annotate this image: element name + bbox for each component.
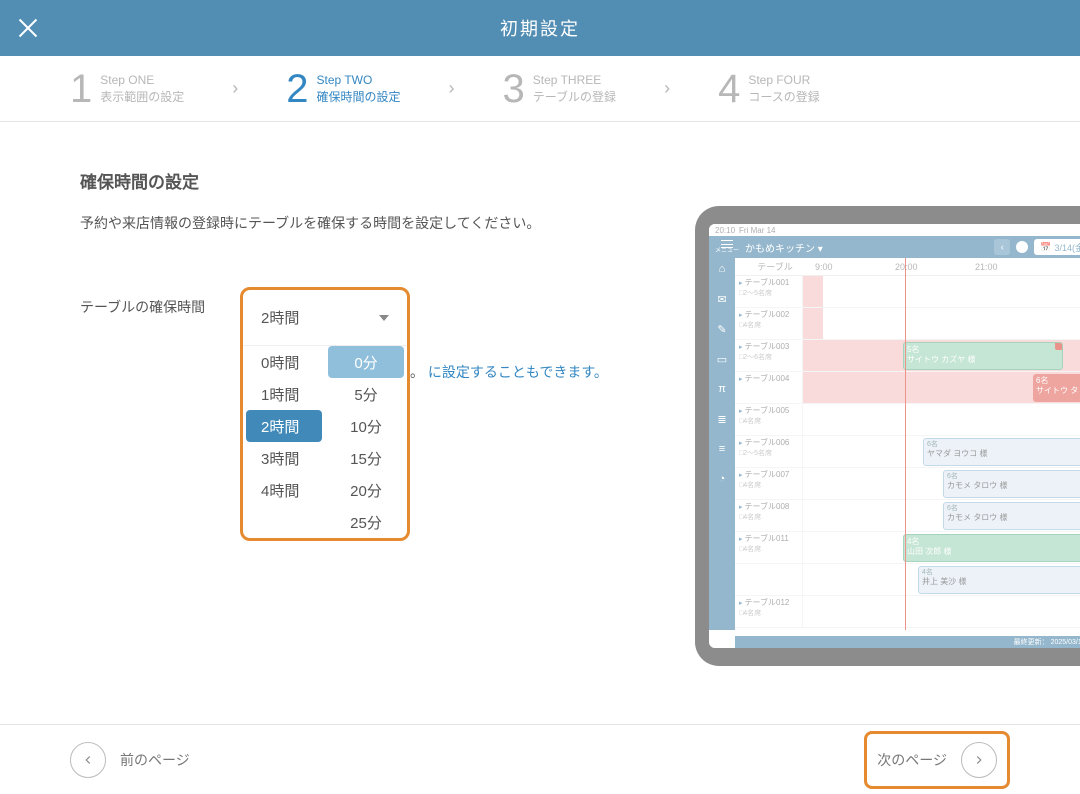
menu-icon: メニュー bbox=[715, 240, 739, 254]
hour-option[interactable]: 0時間 bbox=[243, 346, 325, 378]
prev-day-icon: ‹ bbox=[994, 239, 1010, 255]
edit-icon: ✎ bbox=[715, 322, 729, 336]
store-selector: かもめキッチン ▾ bbox=[745, 240, 823, 255]
minute-option-selected[interactable]: 0分 bbox=[328, 346, 404, 378]
prev-page-button[interactable]: 前のページ bbox=[70, 742, 190, 778]
home-icon: ⌂ bbox=[715, 262, 729, 276]
step-1: 1 Step ONE表示範囲の設定 bbox=[70, 69, 184, 109]
next-page-button[interactable]: 次のページ bbox=[864, 731, 1010, 789]
device-footerbar: 最終更新： 2025/03/14 17:00⟳ bbox=[735, 636, 1080, 648]
hold-time-select[interactable]: 2時間 bbox=[243, 290, 407, 346]
minutes-column: 0分 5分 10分 15分 20分 25分 bbox=[325, 346, 407, 538]
hold-time-value: 2時間 bbox=[261, 307, 299, 328]
course-setting-link[interactable]: に設定することもできます。 bbox=[428, 364, 608, 380]
device-grid: テーブル 9:0020:0021:00 ▸テーブル001□2〜5名席 ▸テーブル… bbox=[735, 258, 1080, 630]
hours-column: 0時間 1時間 2時間 3時間 4時間 bbox=[243, 346, 325, 538]
minute-option[interactable]: 10分 bbox=[325, 410, 407, 442]
device-appbar: メニュー かもめキッチン ▾ ‹ 📅 3/14(金) › bbox=[709, 236, 1080, 258]
minute-option[interactable]: 20分 bbox=[325, 474, 407, 506]
hour-option-selected[interactable]: 2時間 bbox=[246, 410, 322, 442]
hour-option[interactable]: 1時間 bbox=[243, 378, 325, 410]
hour-option[interactable]: 3時間 bbox=[243, 442, 325, 474]
close-icon[interactable] bbox=[14, 14, 42, 42]
hour-option[interactable]: 4時間 bbox=[243, 474, 325, 506]
preview-device: 20:10Fri Mar 14 メニュー かもめキッチン ▾ ‹ 📅 3/14(… bbox=[695, 206, 1080, 676]
list-icon: ≡ bbox=[715, 442, 729, 456]
chevron-left-icon bbox=[70, 742, 106, 778]
course-setting-note: 。 に設定することもできます。 bbox=[410, 362, 608, 382]
date-display: 📅 3/14(金) bbox=[1034, 239, 1080, 255]
caret-down-icon bbox=[379, 315, 389, 321]
clock-icon: ◔ bbox=[715, 472, 729, 486]
chevron-right-icon: › bbox=[232, 78, 238, 99]
hold-time-dropdown: 0時間 1時間 2時間 3時間 4時間 0分 5分 10分 15分 20分 25… bbox=[243, 346, 407, 538]
step-3: 3 Step THREEテーブルの登録 bbox=[503, 69, 617, 109]
device-sidebar: ⌂ ✉ ✎ ▭ π ≣ ≡ ◔ bbox=[709, 258, 735, 630]
modal-title: 初期設定 bbox=[500, 15, 580, 41]
wizard-footer: 前のページ 次のページ bbox=[0, 724, 1080, 794]
step-indicator: 1 Step ONE表示範囲の設定 › 2 Step TWO確保時間の設定 › … bbox=[0, 56, 1080, 122]
minute-option[interactable]: 25分 bbox=[325, 506, 407, 538]
field-label-hold-time: テーブルの確保時間 bbox=[80, 287, 240, 317]
hold-time-highlight: 2時間 0時間 1時間 2時間 3時間 4時間 0分 5分 10分 15分 2 bbox=[240, 287, 410, 541]
mail-icon: ✉ bbox=[715, 292, 729, 306]
today-icon bbox=[1016, 241, 1028, 253]
layers-icon: ≣ bbox=[715, 412, 729, 426]
modal-header: 初期設定 bbox=[0, 0, 1080, 56]
gate-icon: π bbox=[715, 382, 729, 396]
minute-option[interactable]: 15分 bbox=[325, 442, 407, 474]
chevron-right-icon: › bbox=[449, 78, 455, 99]
chevron-right-icon bbox=[961, 742, 997, 778]
minute-option[interactable]: 5分 bbox=[325, 378, 407, 410]
chevron-right-icon: › bbox=[664, 78, 670, 99]
device-statusbar: 20:10Fri Mar 14 bbox=[709, 224, 1080, 236]
step-2: 2 Step TWO確保時間の設定 bbox=[286, 69, 400, 109]
tablet-icon: ▭ bbox=[715, 352, 729, 366]
step-4: 4 Step FOURコースの登録 bbox=[718, 69, 820, 109]
page-heading: 確保時間の設定 bbox=[80, 168, 1000, 193]
